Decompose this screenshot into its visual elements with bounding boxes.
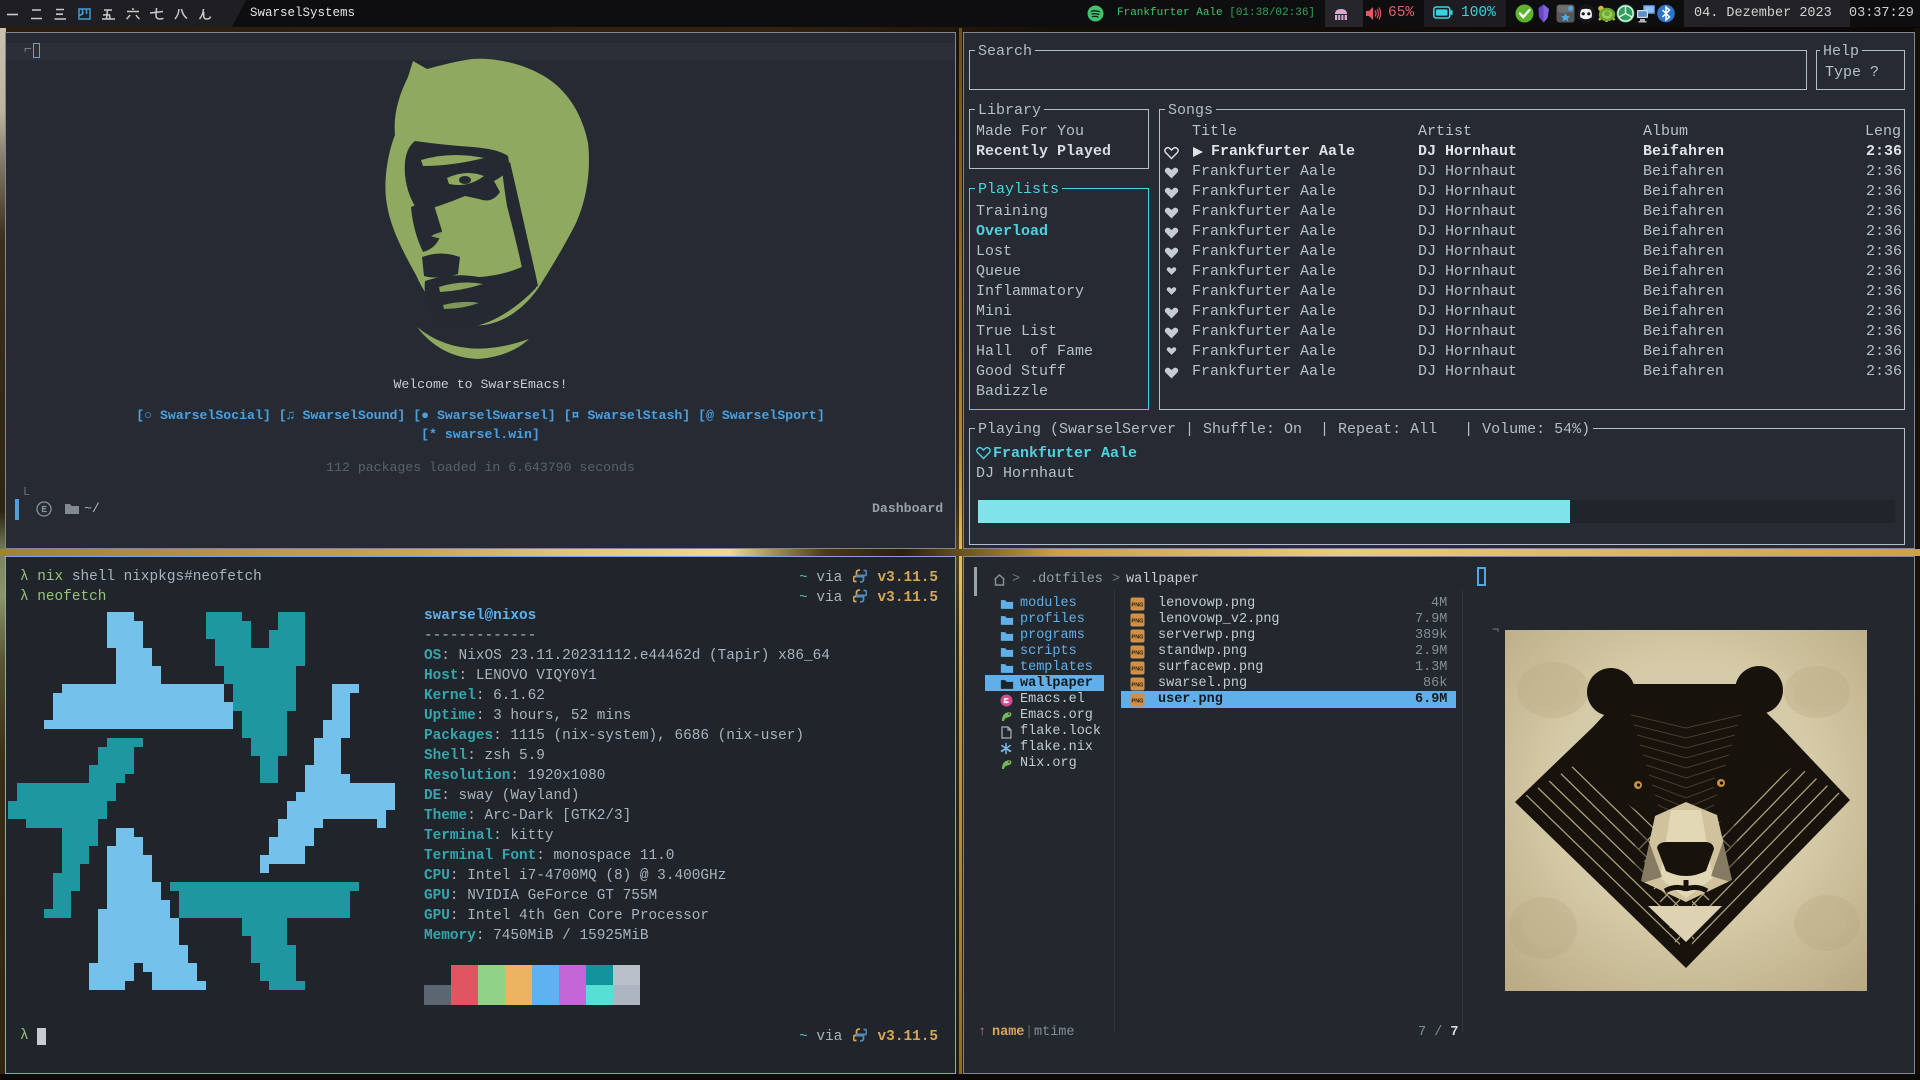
- svg-text:PNG: PNG: [1132, 667, 1144, 673]
- svg-text:PNG: PNG: [1132, 651, 1144, 657]
- svg-text:PNG: PNG: [1132, 619, 1144, 625]
- svg-text:PNG: PNG: [1132, 635, 1144, 641]
- svg-text:PNG: PNG: [1132, 603, 1144, 609]
- svg-text:PNG: PNG: [1132, 683, 1144, 689]
- svg-text:PNG: PNG: [1132, 699, 1144, 705]
